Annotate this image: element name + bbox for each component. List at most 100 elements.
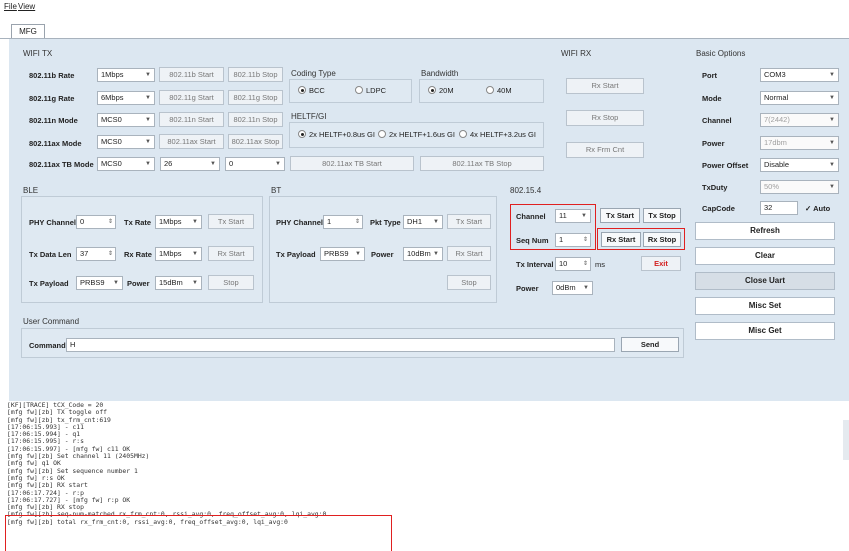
heltf-opt3-radio[interactable]: 4x HELTF+3.2us GI — [459, 130, 536, 139]
ble-stop-button[interactable]: Stop — [208, 275, 254, 290]
log-line: [mfg fw] r:s OK — [7, 473, 65, 482]
highlight-box-rx-buttons — [597, 228, 685, 250]
zb-power-label: Power — [516, 284, 539, 293]
chevron-down-icon: ▼ — [192, 280, 198, 286]
spinner-arrows-icon: ⇕ — [107, 251, 113, 257]
highlight-box-log — [5, 515, 392, 551]
ble-power-label: Power — [127, 279, 150, 288]
ax-tb-ru-select[interactable]: 26 ▼ — [160, 157, 220, 171]
bt-power-label: Power — [371, 250, 394, 259]
row-label-11ax-tb: 802.11ax TB Mode — [29, 160, 94, 169]
heltf-opt2-radio[interactable]: 2x HELTF+1.6us GI — [378, 130, 455, 139]
stop-11g-button[interactable]: 802.11g Stop — [228, 90, 283, 105]
zb-tx-interval-label: Tx Interval — [516, 260, 554, 269]
ble-tx-rate-select[interactable]: 1Mbps ▼ — [155, 215, 202, 229]
ble-rx-rate-label: Rx Rate — [124, 250, 152, 259]
coding-ldpc-radio[interactable]: LDPC — [355, 86, 386, 95]
zb-power-select[interactable]: 0dBm ▼ — [552, 281, 593, 295]
menu-file[interactable]: File — [4, 2, 17, 11]
command-input[interactable]: H — [66, 338, 615, 352]
bt-phy-channel-spinner[interactable]: 1 ⇕ — [323, 215, 363, 229]
rate-11g-select[interactable]: 6Mbps ▼ — [97, 91, 155, 105]
mode-11ax-select[interactable]: MCS0 ▼ — [97, 135, 155, 149]
radio-selected-icon — [298, 130, 306, 138]
coding-bcc-radio[interactable]: BCC — [298, 86, 325, 95]
ble-rx-start-button[interactable]: Rx Start — [208, 246, 254, 261]
stop-11n-button[interactable]: 802.11n Stop — [228, 112, 283, 127]
chevron-down-icon: ▼ — [829, 72, 835, 78]
bandwidth-40m-radio[interactable]: 40M — [486, 86, 512, 95]
capcode-input[interactable]: 32 — [760, 201, 798, 215]
radio-empty-icon — [378, 130, 386, 138]
misc-get-button[interactable]: Misc Get — [695, 322, 835, 340]
chevron-down-icon: ▼ — [145, 139, 151, 145]
log-line: [mfg fw][zb] Set sequence number 1 — [7, 466, 138, 475]
ble-power-select[interactable]: 15dBm ▼ — [155, 276, 202, 290]
log-line: [17:06:17.724] - r:p — [7, 488, 84, 497]
bandwidth-20m-radio[interactable]: 20M — [428, 86, 454, 95]
chevron-down-icon: ▼ — [355, 251, 361, 257]
start-11b-button[interactable]: 802.11b Start — [159, 67, 224, 82]
port-select[interactable]: COM3 ▼ — [760, 68, 839, 82]
log-line: [mfg fw][zb] Set channel 11 (2405MHz) — [7, 452, 150, 461]
tab-mfg[interactable]: MFG — [11, 24, 45, 39]
start-11ax-tb-button[interactable]: 802.11ax TB Start — [290, 156, 414, 171]
power-select[interactable]: 17dbm ▼ — [760, 136, 839, 150]
bandwidth-title: Bandwidth — [421, 69, 459, 78]
wifi-rx-start-button[interactable]: Rx Start — [566, 78, 644, 94]
log-scrollbar[interactable] — [843, 420, 849, 460]
clear-button[interactable]: Clear — [695, 247, 835, 265]
bt-tx-start-button[interactable]: Tx Start — [447, 214, 491, 229]
stop-11ax-button[interactable]: 802.11ax Stop — [228, 134, 283, 149]
start-11n-button[interactable]: 802.11n Start — [159, 112, 224, 127]
power-offset-label: Power Offset — [702, 161, 749, 170]
wifi-rx-frm-cnt-button[interactable]: Rx Frm Cnt — [566, 142, 644, 158]
highlight-box-channel-seq — [510, 204, 596, 250]
chevron-down-icon: ▼ — [145, 117, 151, 123]
power-offset-select[interactable]: Disable ▼ — [760, 158, 839, 172]
bt-phy-channel-label: PHY Channel — [276, 218, 323, 227]
ble-tx-payload-select[interactable]: PRBS9 ▼ — [76, 276, 123, 290]
auto-checkbox[interactable]: ✓ Auto — [805, 204, 830, 213]
mode-11ax-tb-select[interactable]: MCS0 ▼ — [97, 157, 155, 171]
wifi-rx-stop-button[interactable]: Rx Stop — [566, 110, 644, 126]
zb-tx-start-button[interactable]: Tx Start — [600, 208, 640, 223]
bt-tx-payload-select[interactable]: PRBS9 ▼ — [320, 247, 365, 261]
ble-tx-rate-label: Tx Rate — [124, 218, 152, 227]
menu-view[interactable]: View — [18, 2, 35, 11]
channel-select[interactable]: 7(2442) ▼ — [760, 113, 839, 127]
log-line: [17:06:15.993] - c11 — [7, 422, 84, 431]
zb-tx-interval-spinner[interactable]: 10 ⇕ — [555, 257, 591, 271]
zb-exit-button[interactable]: Exit — [641, 256, 681, 271]
stop-11b-button[interactable]: 802.11b Stop — [228, 67, 283, 82]
zb-tx-stop-button[interactable]: Tx Stop — [643, 208, 681, 223]
refresh-button[interactable]: Refresh — [695, 222, 835, 240]
ble-phy-channel-spinner[interactable]: 0 ⇕ — [76, 215, 116, 229]
stop-11ax-tb-button[interactable]: 802.11ax TB Stop — [420, 156, 544, 171]
bt-rx-start-button[interactable]: Rx Start — [447, 246, 491, 261]
log-line: [mfg fw][zb] TX toggle off — [7, 408, 108, 417]
start-11g-button[interactable]: 802.11g Start — [159, 90, 224, 105]
close-uart-button[interactable]: Close Uart — [695, 272, 835, 290]
ax-tb-index-select[interactable]: 0 ▼ — [225, 157, 285, 171]
mode-11n-select[interactable]: MCS0 ▼ — [97, 113, 155, 127]
ble-tx-start-button[interactable]: Tx Start — [208, 214, 254, 229]
chevron-down-icon: ▼ — [210, 161, 216, 167]
log-line: [17:06:15.994] - q1 — [7, 430, 81, 439]
menu-bar: File View — [0, 0, 849, 16]
bt-pkt-type-select[interactable]: DH1 ▼ — [403, 215, 443, 229]
ble-rx-rate-select[interactable]: 1Mbps ▼ — [155, 247, 202, 261]
bt-power-select[interactable]: 10dBm ▼ — [403, 247, 443, 261]
start-11ax-button[interactable]: 802.11ax Start — [159, 134, 224, 149]
bt-pkt-type-label: Pkt Type — [370, 218, 401, 227]
heltf-opt1-radio[interactable]: 2x HELTF+0.8us GI — [298, 130, 375, 139]
ble-tx-data-len-spinner[interactable]: 37 ⇕ — [76, 247, 116, 261]
misc-set-button[interactable]: Misc Set — [695, 297, 835, 315]
mode-select[interactable]: Normal ▼ — [760, 91, 839, 105]
row-label-11n: 802.11n Mode — [29, 116, 78, 125]
chevron-down-icon: ▼ — [433, 219, 439, 225]
rate-11b-select[interactable]: 1Mbps ▼ — [97, 68, 155, 82]
send-button[interactable]: Send — [621, 337, 679, 352]
txduty-select[interactable]: 50% ▼ — [760, 180, 839, 194]
bt-stop-button[interactable]: Stop — [447, 275, 491, 290]
